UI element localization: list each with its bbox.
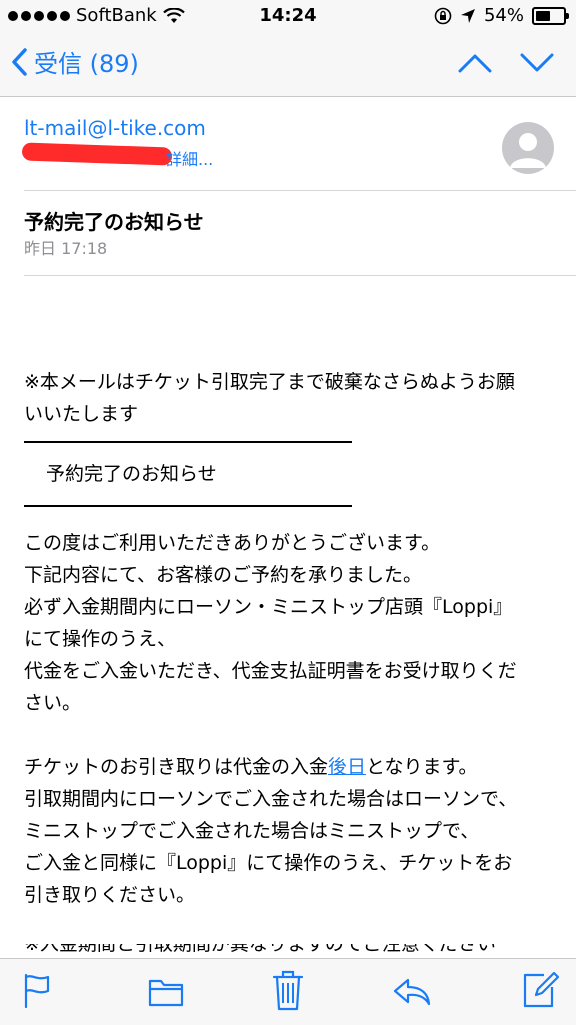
status-right: 54% [434,5,569,26]
paragraph-1-line: さい。 [24,692,82,714]
status-bar: SoftBank 14:24 54% [0,0,576,34]
paragraph-1-line: 下記内容にて、お客様のご予約を承りました。 [24,564,423,586]
reply-icon[interactable] [392,977,432,1007]
notice-text: ※本メールはチケット引取完了まで破棄なさらぬようお願 いいたします [24,366,554,430]
message-date: 昨日 17:18 [24,239,108,258]
battery-icon [532,6,569,25]
bottom-toolbar [0,958,576,1025]
folder-icon[interactable] [148,977,184,1007]
boxed-title: 予約完了のお知らせ [46,463,217,485]
paragraph-1-line: にて操作のうえ、 [24,628,177,650]
back-to-inbox-button[interactable]: 受信 (89) [10,44,139,79]
redaction-mark [21,142,173,166]
previous-message-chevron-up-icon[interactable] [458,52,492,74]
person-icon [510,133,546,168]
paragraph-2-first-line: チケットのお引き取りは代金の入金後日となります。 [24,751,554,783]
message-subject: 予約完了のお知らせ [24,210,204,234]
paragraph-1-line: 必ず入金期間内にローソン・ミニストップ店頭『Loppi』 [24,596,513,618]
chevron-left-icon [12,47,27,76]
rotation-lock-icon [434,7,452,24]
trash-icon[interactable] [272,969,304,1011]
back-button-label: 受信 (89) [34,50,139,78]
separator-line-top [24,441,352,443]
paragraph-2-line: 引取期間内にローソンでご入金された場合はローソンで、 [24,788,518,810]
sender-address[interactable]: lt-mail@l-tike.com [24,116,206,140]
subject-divider [24,275,576,276]
paragraph-2-text: チケットのお引き取りは代金の入金 [24,756,329,778]
battery-level [536,10,550,21]
separator-line-bottom [24,505,352,507]
paragraph-2-text: となります。 [366,756,478,778]
header-divider [24,190,576,191]
paragraph-3-line: ※入金期間と引取期間が異なりますのでご注意ください [24,944,496,955]
battery-percent: 54% [483,5,524,26]
paragraph-1-line: この度はご利用いただきありがとうございます。 [24,532,441,554]
notice-line-2: いいたします [24,403,139,425]
details-link[interactable]: 詳細... [166,146,213,170]
sender-avatar[interactable] [502,122,554,174]
nav-bar: 受信 (89) [0,34,576,97]
next-message-chevron-down-icon[interactable] [520,52,554,74]
paragraph-2: チケットのお引き取りは代金の入金後日となります。 引取期間内にローソンでご入金さ… [24,751,554,911]
flag-icon[interactable] [22,973,52,1009]
paragraph-3-partial: ※入金期間と引取期間が異なりますのでご注意ください [24,944,554,958]
paragraph-2-line: ミニストップでご入金された場合はミニストップで、 [24,820,480,842]
location-arrow-icon [460,8,475,23]
date-link[interactable]: 後日 [328,756,366,778]
notice-line-1: ※本メールはチケット引取完了まで破棄なさらぬようお願 [24,371,515,393]
paragraph-2-line: ご入金と同様に『Loppi』にて操作のうえ、チケットをお [24,852,513,874]
compose-icon[interactable] [522,969,560,1009]
paragraph-1: この度はご利用いただきありがとうございます。 下記内容にて、お客様のご予約を承り… [24,527,554,719]
paragraph-2-line: 引き取りください。 [24,884,196,906]
paragraph-1-line: 代金をご入金いただき、代金支払証明書をお受け取りくだ [24,660,517,682]
